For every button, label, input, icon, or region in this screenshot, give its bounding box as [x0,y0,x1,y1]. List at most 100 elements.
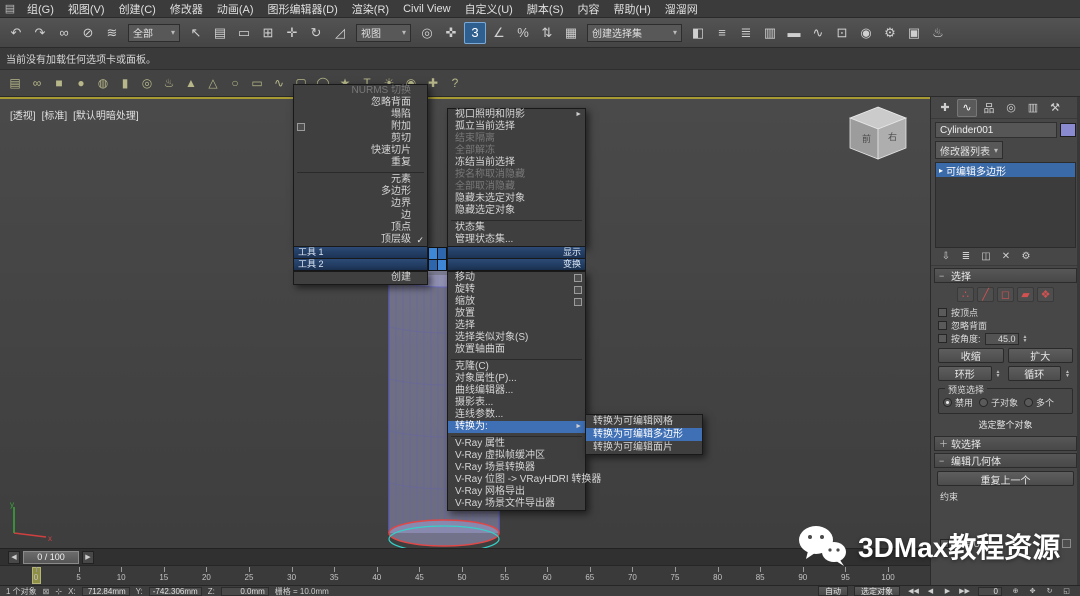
use-pivot-center-icon[interactable]: ◎ [416,22,438,44]
quad-menu-item[interactable]: 孤立当前选择 [448,121,585,133]
quad-menu-item[interactable]: V-Ray 场景转换器 [448,462,585,474]
pan-icon[interactable]: ✥ [1025,586,1040,596]
menubar-item[interactable]: 内容 [571,1,607,17]
select-and-move-icon[interactable]: ✛ [281,22,303,44]
menubar-item[interactable]: 创建(C) [112,1,163,17]
loop-button[interactable]: 循环 [1008,366,1062,381]
select-and-scale-icon[interactable]: ◿ [329,22,351,44]
orbit-icon[interactable]: ↻ [1042,586,1057,596]
coord-x-field[interactable]: 712.84mm [82,587,130,596]
timeline-next-button[interactable]: ▶ [82,551,94,564]
timeline-prev-button[interactable]: ◀ [8,551,20,564]
select-and-link-icon[interactable]: ∞ [53,22,75,44]
by-vertex-checkbox[interactable]: 按顶点 [938,306,1073,319]
quad-menu-item[interactable]: 顶层级✓ [294,234,427,246]
shrink-button[interactable]: 收缩 [938,348,1004,363]
viewport-label-token[interactable]: [透视] [10,107,36,122]
spinner-snap-icon[interactable]: ⇅ [536,22,558,44]
menubar-item[interactable]: 图形编辑器(D) [261,1,345,17]
quad-transform-title[interactable]: 变换 [447,259,586,271]
mirror-icon[interactable]: ◧ [687,22,709,44]
object-color-swatch[interactable] [1060,123,1076,137]
quad-menu-item[interactable]: 摄影表... [448,397,585,409]
rectangular-region-icon[interactable]: ▭ [233,22,255,44]
pyramid-icon[interactable]: △ [203,73,223,93]
settings-box-icon[interactable] [574,298,582,306]
tab-utilities[interactable]: ⚒ [1045,99,1065,117]
quad-menu-item[interactable]: 曲线编辑器... [448,385,585,397]
spline-icon[interactable]: ∿ [269,73,289,93]
selection-filter-dropdown[interactable]: 全部 ▾ [128,24,180,42]
redo-icon[interactable]: ↷ [29,22,51,44]
absolute-mode-icon[interactable]: ⊹ [55,587,62,596]
quad-menu-item[interactable]: 忽略背面 [294,97,427,109]
spinner-icon[interactable]: ▲▼ [1065,370,1073,378]
submenu-item[interactable]: 转换为可编辑面片 [586,441,702,454]
tab-hierarchy[interactable]: 品 [979,99,999,117]
quad-menu-item[interactable]: 放置轴曲面 [448,344,585,356]
quad-menu-item[interactable]: 移动 [448,272,585,284]
coord-y-field[interactable]: -742.306mm [149,587,202,596]
link-icon[interactable]: ∞ [27,73,47,93]
quad-menu-item[interactable]: 全部取消隐藏 [448,181,585,193]
preview-radio-option[interactable]: 子对象 [979,396,1018,409]
cone-icon[interactable]: ▲ [181,73,201,93]
quad-menu-item[interactable]: 冻结当前选择 [448,157,585,169]
bind-to-space-warp-icon[interactable]: ≋ [101,22,123,44]
quad-menu-item[interactable]: 元素 [294,174,427,186]
unlink-selection-icon[interactable]: ⊘ [77,22,99,44]
angle-snap-icon[interactable]: ∠ [488,22,510,44]
ignore-backfacing-checkbox[interactable]: 忽略背面 [938,319,1073,332]
quad-menu-item[interactable]: 边 [294,210,427,222]
quad-menu-item[interactable]: 隐藏未选定对象 [448,193,585,205]
select-and-manipulate-icon[interactable]: ✜ [440,22,462,44]
settings-box-icon[interactable] [574,274,582,282]
viewport-label-token[interactable]: [默认明暗处理] [73,107,139,122]
settings-box-icon[interactable] [574,286,582,294]
quad-menu-item[interactable]: 重复 [294,157,427,169]
submenu-item[interactable]: 转换为可编辑多边形 [586,428,702,441]
schematic-view-icon[interactable]: ⊡ [831,22,853,44]
quad-menu-item[interactable]: 状态集 [448,222,585,234]
quad-menu-item[interactable]: 管理状态集... [448,234,585,246]
quad-menu-item[interactable]: V-Ray 位图 -> VRayHDRI 转换器 [448,474,585,486]
cylinder-icon[interactable]: ▮ [115,73,135,93]
quad-menu-item[interactable]: 边界 [294,198,427,210]
layer-explorer-icon[interactable]: ▥ [759,22,781,44]
quad-menu-item[interactable]: 按名称取消隐藏 [448,169,585,181]
rendered-frame-icon[interactable]: ▣ [903,22,925,44]
window-crossing-icon[interactable]: ⊞ [257,22,279,44]
scene-explorer-icon[interactable]: ≣ [735,22,757,44]
auto-key-button[interactable]: 自动 [818,586,848,596]
quad-menu-item[interactable]: 多边形 [294,186,427,198]
menubar-item[interactable]: 修改器 [163,1,210,17]
render-setup-icon[interactable]: ⚙ [879,22,901,44]
tab-motion[interactable]: ◎ [1001,99,1021,117]
modifier-stack-item[interactable]: ▸ 可编辑多边形 [936,163,1075,177]
zoom-icon[interactable]: ⊕ [1008,586,1023,596]
submenu-item[interactable]: 转换为可编辑网格 [586,415,702,428]
edge-icon[interactable]: ╱ [977,287,994,302]
tab-display[interactable]: ▥ [1023,99,1043,117]
app-menu-icon[interactable]: ▤ [0,2,20,15]
quad-menu-item[interactable]: 克隆(C) [448,361,585,373]
scene-icon[interactable]: ▤ [5,73,25,93]
menubar-item[interactable]: Civil View [396,3,457,15]
go-to-start-button[interactable]: ◀◀ [906,586,921,596]
spinner-icon[interactable]: ▲▼ [1023,335,1031,343]
menubar-item[interactable]: 帮助(H) [607,1,658,17]
sphere-icon[interactable]: ● [71,73,91,93]
quad-menu-item[interactable]: 顶点 [294,222,427,234]
make-unique-icon[interactable]: ◫ [978,249,994,264]
reference-coordinate-dropdown[interactable]: 视图 ▾ [356,24,411,42]
quad-tools2-title[interactable]: 工具 2 [293,259,428,271]
quad-display-title[interactable]: 显示 [447,247,586,259]
tube-icon[interactable]: ○ [225,73,245,93]
play-button[interactable]: ▶ [940,586,955,596]
menubar-item[interactable]: 组(G) [20,1,61,17]
help-icon[interactable]: ? [445,73,465,93]
quad-menu-item[interactable]: 全部解冻 [448,145,585,157]
menubar-item[interactable]: 动画(A) [210,1,261,17]
material-editor-icon[interactable]: ◉ [855,22,877,44]
quad-menu-item[interactable]: 视口照明和阴影► [448,109,585,121]
